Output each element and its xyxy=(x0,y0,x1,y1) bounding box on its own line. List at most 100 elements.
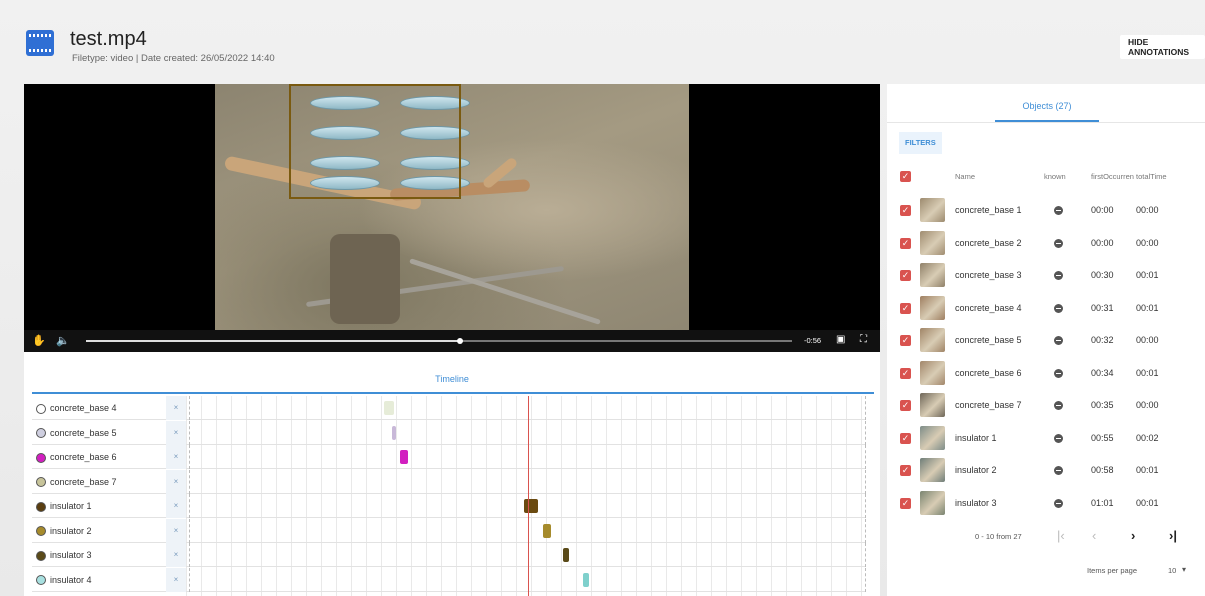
first-occurrence: 00:34 xyxy=(1091,367,1114,378)
object-row[interactable]: ✓ concrete_base 4 00:31 00:01 xyxy=(887,292,1205,325)
annotation-bounding-box[interactable] xyxy=(289,84,461,199)
object-row[interactable]: ✓ insulator 3 01:01 00:01 xyxy=(887,487,1205,520)
object-checkbox[interactable]: ✓ xyxy=(900,465,911,476)
remove-row-button[interactable]: × xyxy=(166,420,186,445)
object-checkbox[interactable]: ✓ xyxy=(900,205,911,216)
object-name: insulator 3 xyxy=(955,497,997,508)
column-header-name[interactable]: Name xyxy=(955,172,975,181)
object-checkbox[interactable]: ✓ xyxy=(900,237,911,249)
unknown-status-icon xyxy=(1054,368,1063,378)
tab-objects[interactable]: Objects (27) xyxy=(997,101,1097,111)
remove-row-button[interactable]: × xyxy=(166,469,186,494)
object-row[interactable]: ✓ concrete_base 7 00:35 00:00 xyxy=(887,389,1205,422)
total-time: 00:01 xyxy=(1136,497,1159,508)
object-checkbox[interactable]: ✓ xyxy=(900,367,911,379)
player-controls: ✋ 🔈 -0:56 ▣ ⛶ xyxy=(24,330,880,352)
timeline-row: concrete_base 5 × xyxy=(32,420,866,445)
object-name: insulator 2 xyxy=(955,465,997,475)
hand-tool-icon[interactable]: ✋ xyxy=(32,334,46,347)
remove-row-button[interactable]: × xyxy=(166,445,186,469)
object-color-dot xyxy=(36,526,46,537)
previous-page-icon[interactable]: ‹ xyxy=(1092,528,1096,543)
timeline-row: insulator 2 × xyxy=(32,518,866,543)
timeline-row-name: concrete_base 5 xyxy=(50,427,117,438)
timeline-row-name: insulator 2 xyxy=(50,525,92,536)
object-row[interactable]: ✓ concrete_base 6 00:34 00:01 xyxy=(887,357,1205,390)
object-checkbox[interactable]: ✓ xyxy=(900,400,911,411)
unknown-status-icon xyxy=(1054,303,1063,313)
hide-annotations-button[interactable]: HIDE ANNOTATIONS xyxy=(1120,35,1205,59)
object-thumbnail xyxy=(920,295,945,320)
remove-row-button[interactable]: × xyxy=(166,567,186,592)
column-header-total-time[interactable]: totalTime xyxy=(1136,172,1167,181)
object-thumbnail xyxy=(920,490,945,515)
object-name: concrete_base 4 xyxy=(955,302,1022,313)
timeline-row-label: concrete_base 7 xyxy=(32,470,166,494)
total-time: 00:00 xyxy=(1136,400,1159,410)
timeline-occurrence-bar[interactable] xyxy=(384,401,394,415)
timeline-occurrence-bar[interactable] xyxy=(392,425,396,440)
object-thumbnail xyxy=(920,425,945,450)
timeline-start-marker xyxy=(189,420,190,445)
timeline-playhead[interactable] xyxy=(528,396,529,596)
object-row[interactable]: ✓ concrete_base 5 00:32 00:00 xyxy=(887,324,1205,357)
last-page-icon[interactable]: ›| xyxy=(1169,528,1177,543)
unknown-status-icon xyxy=(1054,206,1063,215)
remove-row-button[interactable]: × xyxy=(166,543,186,567)
timeline-start-marker xyxy=(189,396,190,420)
video-player[interactable]: ✋ 🔈 -0:56 ▣ ⛶ xyxy=(24,84,880,352)
timeline-row-label: concrete_base 4 xyxy=(32,396,166,420)
seek-bar-handle[interactable] xyxy=(457,338,464,344)
object-row[interactable]: ✓ insulator 2 00:58 00:01 xyxy=(887,454,1205,487)
object-color-dot xyxy=(36,403,46,414)
object-checkbox[interactable]: ✓ xyxy=(900,302,911,314)
total-time: 00:02 xyxy=(1136,432,1159,443)
timeline-occurrence-bar[interactable] xyxy=(583,572,589,587)
object-row[interactable]: ✓ concrete_base 2 00:00 00:00 xyxy=(887,227,1205,260)
unknown-status-icon xyxy=(1054,433,1063,443)
timeline-start-marker xyxy=(189,469,190,494)
object-checkbox[interactable]: ✓ xyxy=(900,335,911,346)
timeline-occurrence-bar[interactable] xyxy=(543,523,551,538)
column-header-known[interactable]: known xyxy=(1044,172,1066,181)
seek-bar[interactable] xyxy=(86,338,792,344)
first-page-icon[interactable]: |‹ xyxy=(1057,528,1065,543)
chevron-down-icon[interactable]: ▾ xyxy=(1182,565,1186,574)
timeline-start-marker xyxy=(189,567,190,592)
first-occurrence: 00:55 xyxy=(1091,432,1114,443)
timeline-row: concrete_base 6 × xyxy=(32,445,866,469)
object-row[interactable]: ✓ insulator 1 00:55 00:02 xyxy=(887,422,1205,455)
remove-row-button[interactable]: × xyxy=(166,494,186,518)
object-checkbox[interactable]: ✓ xyxy=(900,497,911,509)
object-name: concrete_base 1 xyxy=(955,205,1022,215)
total-time: 00:01 xyxy=(1136,270,1159,280)
select-all-checkbox[interactable]: ✓ xyxy=(900,171,911,182)
object-row[interactable]: ✓ concrete_base 1 00:00 00:00 xyxy=(887,194,1205,227)
object-thumbnail xyxy=(920,328,945,352)
next-page-icon[interactable]: › xyxy=(1131,528,1135,543)
total-time: 00:00 xyxy=(1136,205,1159,215)
object-row[interactable]: ✓ concrete_base 3 00:30 00:01 xyxy=(887,259,1205,292)
timeline-occurrence-bar[interactable] xyxy=(563,548,569,562)
object-checkbox[interactable]: ✓ xyxy=(900,432,911,444)
remove-row-button[interactable]: × xyxy=(166,518,186,543)
timeline-row-label: concrete_base 6 xyxy=(32,445,166,469)
filters-button[interactable]: FILTERS xyxy=(899,132,942,154)
first-occurrence: 01:01 xyxy=(1091,497,1114,508)
objects-panel: Objects (27) FILTERS ✓ Name known firstO… xyxy=(887,84,1205,596)
volume-icon[interactable]: 🔈 xyxy=(56,334,70,347)
object-checkbox[interactable]: ✓ xyxy=(900,270,911,281)
items-per-page-select[interactable]: 10 xyxy=(1168,566,1176,575)
timeline-occurrence-bar[interactable] xyxy=(524,499,538,513)
tab-timeline[interactable]: Timeline xyxy=(24,374,880,384)
timeline-row: insulator 3 × xyxy=(32,543,866,567)
unknown-status-icon xyxy=(1054,401,1063,410)
timeline-occurrence-bar[interactable] xyxy=(400,450,408,464)
picture-in-picture-icon[interactable]: ▣ xyxy=(836,334,845,345)
total-time: 00:01 xyxy=(1136,367,1159,378)
remove-row-button[interactable]: × xyxy=(166,396,186,420)
column-header-first-occurrence[interactable]: firstOccurren xyxy=(1091,172,1134,181)
fullscreen-icon[interactable]: ⛶ xyxy=(860,334,867,345)
total-time: 00:00 xyxy=(1136,335,1159,345)
file-title: test.mp4 xyxy=(70,28,147,50)
